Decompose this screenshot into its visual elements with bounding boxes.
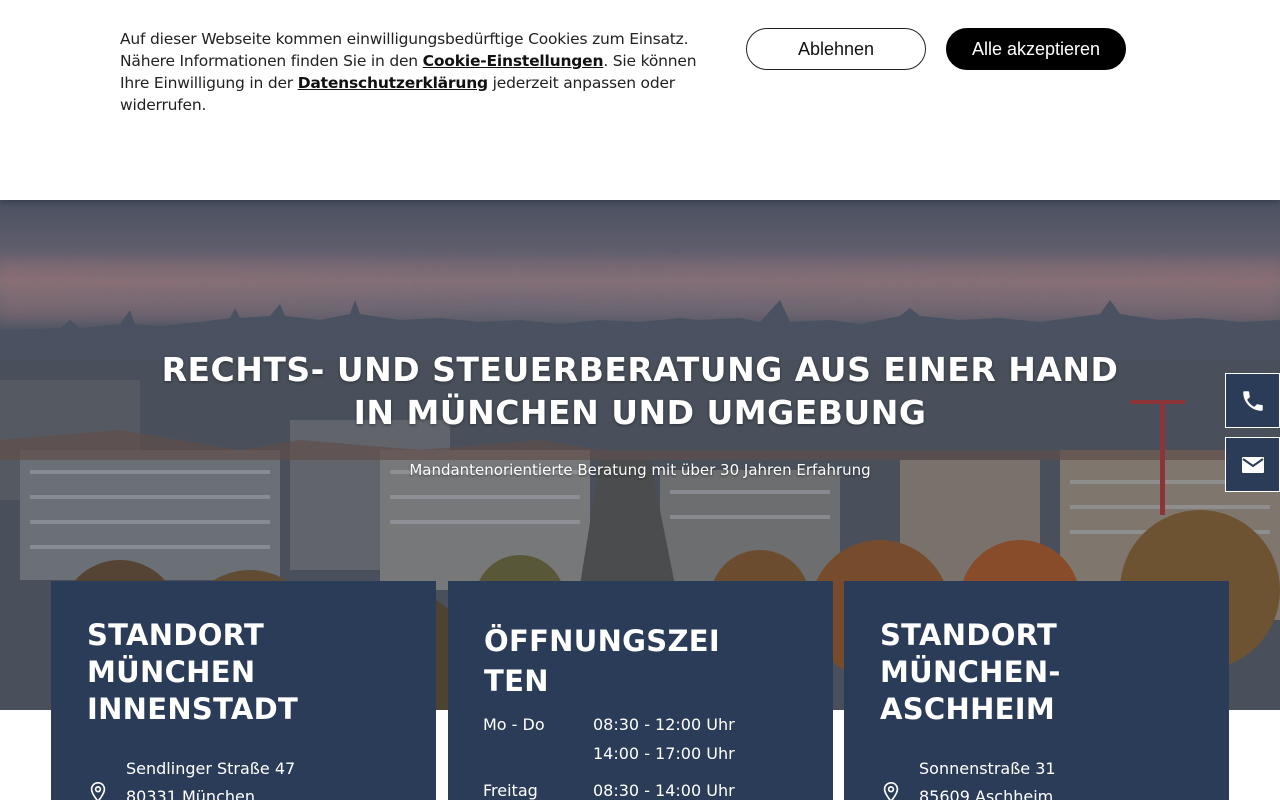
hours-time: 14:00 - 17:00 Uhr [593, 744, 735, 763]
opening-hours-title: ÖFFNUNGSZEI TEN [484, 624, 720, 698]
opening-hours-card: ÖFFNUNGSZEI TEN Mo - Do 08:30 - 12:00 Uh… [448, 581, 833, 800]
location-pin-icon [883, 782, 899, 800]
hours-time: 08:30 - 12:00 Uhr [593, 715, 735, 734]
hero-subtitle: Mandantenorientierte Beratung mit über 3… [409, 461, 871, 479]
location-title: STANDORT MÜNCHEN INNENSTADT [87, 618, 299, 726]
phone-contact-button[interactable] [1225, 373, 1280, 428]
hero-title: RECHTS- UND STEUERBERATUNG AUS EINER HAN… [161, 350, 1119, 432]
page: Auf dieser Webseite kommen einwilligungs… [0, 0, 1280, 800]
address-city: 80331 München [126, 787, 255, 800]
hours-day-mo-do: Mo - Do [483, 715, 545, 734]
address-street: Sendlinger Straße 47 [126, 759, 296, 778]
hours-times-mo-do: 08:30 - 12:00 Uhr 14:00 - 17:00 Uhr [593, 710, 735, 768]
location-address: Sonnenstraße 31 85609 Aschheim [919, 755, 1056, 800]
cookie-banner: Auf dieser Webseite kommen einwilligungs… [0, 0, 1280, 200]
hours-times-freitag: 08:30 - 14:00 Uhr [593, 776, 735, 800]
accept-all-cookies-button[interactable]: Alle akzeptieren [946, 28, 1126, 70]
email-contact-button[interactable] [1225, 437, 1280, 492]
location-card-aschheim: STANDORT MÜNCHEN-ASCHHEIM Sonnenstraße 3… [844, 581, 1229, 800]
decline-cookies-button[interactable]: Ablehnen [746, 28, 926, 70]
hours-day-freitag: Freitag [483, 781, 538, 800]
mail-icon [1241, 456, 1264, 473]
address-street: Sonnenstraße 31 [919, 759, 1056, 778]
location-title: STANDORT MÜNCHEN-ASCHHEIM [880, 618, 1061, 726]
cookie-settings-link[interactable]: Cookie-Einstellungen [423, 52, 604, 70]
address-city: 85609 Aschheim [919, 787, 1054, 800]
privacy-policy-link[interactable]: Datenschutzerklärung [298, 74, 488, 92]
hours-time: 08:30 - 14:00 Uhr [593, 781, 735, 800]
location-card-innenstadt: STANDORT MÜNCHEN INNENSTADT Sendlinger S… [51, 581, 436, 800]
location-address: Sendlinger Straße 47 80331 München [126, 755, 295, 800]
cookie-notice-text: Auf dieser Webseite kommen einwilligungs… [120, 28, 700, 116]
location-pin-icon [90, 782, 106, 800]
phone-icon [1242, 390, 1263, 411]
